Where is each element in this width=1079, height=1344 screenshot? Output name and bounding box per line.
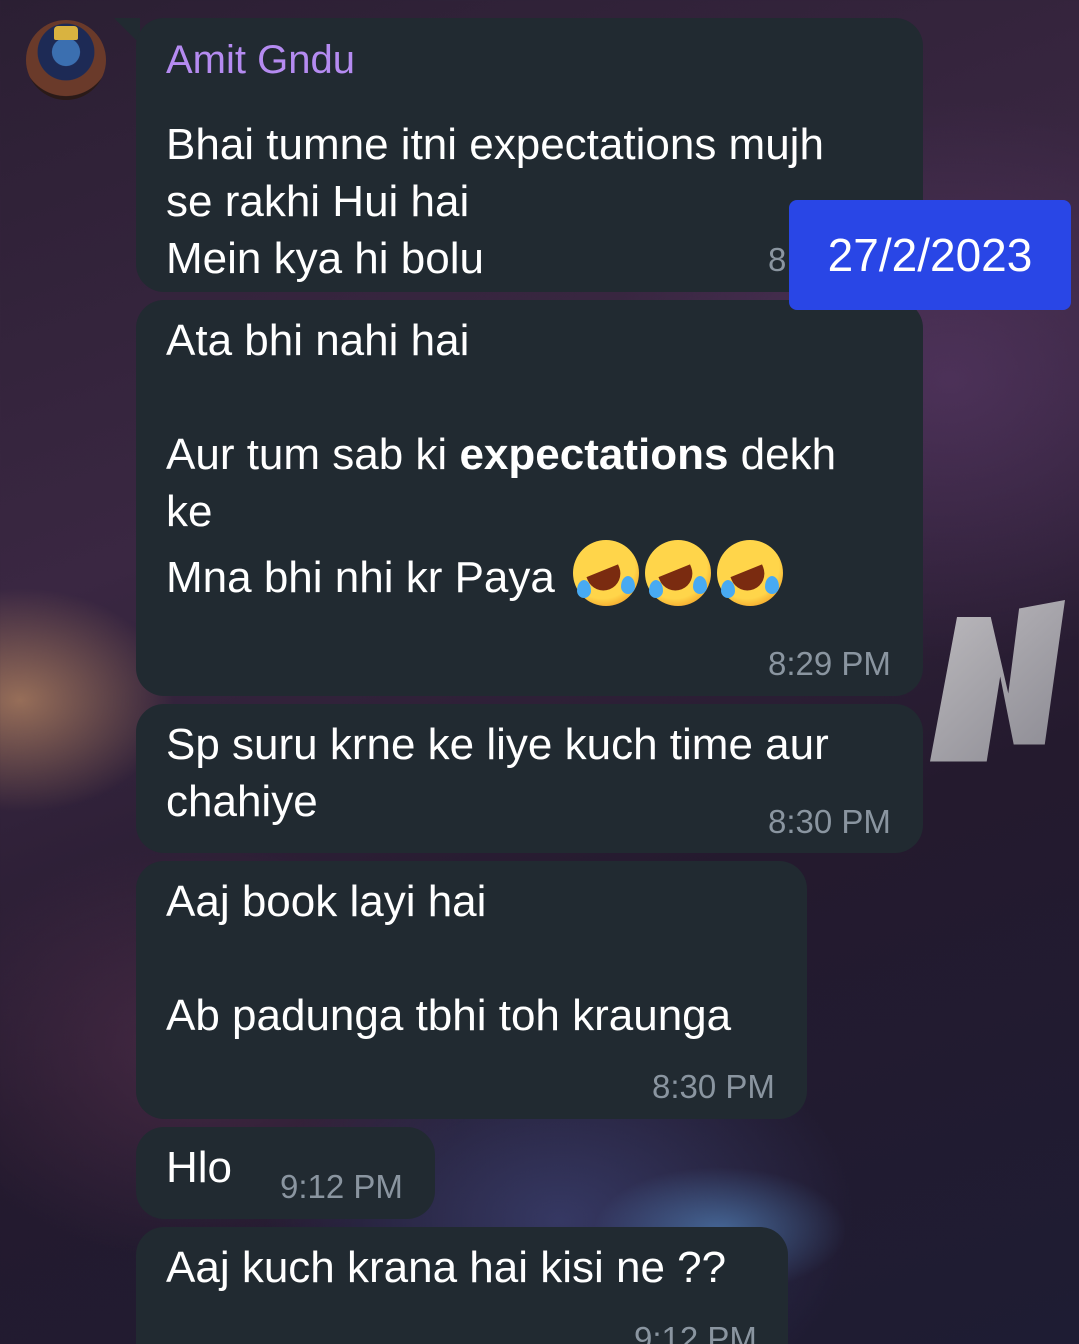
krishna-avatar-icon <box>54 26 78 40</box>
message-text: Hlo <box>166 1143 233 1192</box>
message-text: Aaj kuch krana hai kisi ne ?? <box>166 1243 727 1292</box>
message-bubble[interactable]: Hlo 9:12 PM <box>136 1127 435 1219</box>
rolling-on-floor-laughing-icon <box>717 540 784 606</box>
message-time: 8:29 PM <box>768 645 891 682</box>
message-text: Sp suru krne ke liye kuch time aur chahi… <box>166 720 829 826</box>
sender-avatar[interactable] <box>26 20 106 100</box>
message-bubble[interactable]: Sp suru krne ke liye kuch time aur chahi… <box>136 704 923 853</box>
message-time: 9:12 PM <box>634 1320 757 1344</box>
message-line: Ata bhi nahi hai <box>166 316 470 365</box>
message-bubble[interactable]: Ata bhi nahi hai Aur tum sab ki expectat… <box>136 300 923 696</box>
rolling-on-floor-laughing-icon <box>573 540 640 606</box>
rolling-on-floor-laughing-icon <box>645 540 712 606</box>
message-time: 8 <box>768 241 787 278</box>
message-bubble[interactable]: Aaj book layi hai Ab padunga tbhi toh kr… <box>136 861 807 1119</box>
message-bubble[interactable]: Aaj kuch krana hai kisi ne ?? 9:12 PM <box>136 1227 788 1344</box>
message-line: Mna bhi nhi kr Paya <box>166 553 555 602</box>
floating-date-badge: 27/2/2023 <box>789 200 1071 310</box>
message-text: Aaj book layi hai Ab padunga tbhi toh kr… <box>166 877 732 1040</box>
message-time: 8:30 PM <box>768 803 891 840</box>
message-text: Ata bhi nahi hai Aur tum sab ki expectat… <box>166 312 836 606</box>
message-time: 8:30 PM <box>652 1068 775 1105</box>
sender-name[interactable]: Amit Gndu <box>166 36 355 84</box>
message-text: Bhai tumne itni expectations mujh se rak… <box>166 120 824 283</box>
background-artwork-letter <box>930 600 1065 762</box>
message-bold-text: expectations <box>459 430 729 479</box>
message-line: Aur tum sab ki <box>166 430 460 479</box>
message-time: 9:12 PM <box>280 1168 403 1205</box>
